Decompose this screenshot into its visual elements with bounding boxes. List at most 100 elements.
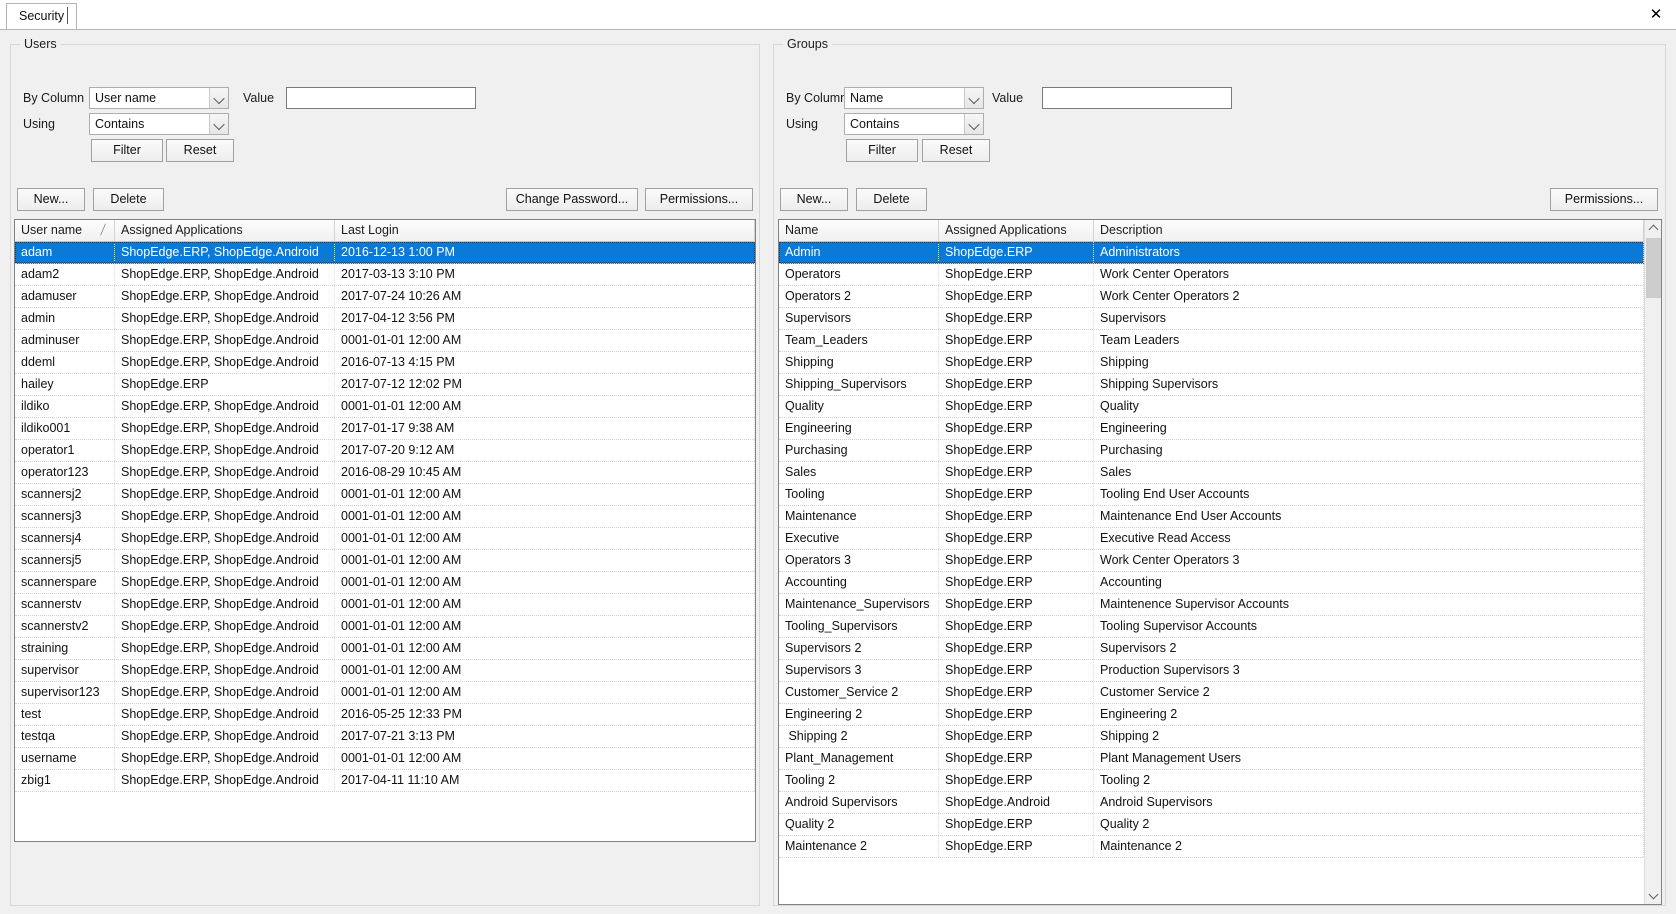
users-table-row[interactable]: adamuser ShopEdge.ERP, ShopEdge.Android 20… [15,286,755,308]
groups-delete-button[interactable]: Delete [856,188,927,211]
groups-table-body[interactable]: Admin ShopEdge.ERP Administrators Operators… [779,242,1661,858]
groups-table-row[interactable]: Accounting ShopEdge.ERP Accounting [779,572,1661,594]
users-table-row[interactable]: scannersj5 ShopEdge.ERP, ShopEdge.Android… [15,550,755,572]
users-table-row[interactable]: username ShopEdge.ERP, ShopEdge.Android 00… [15,748,755,770]
groups-column-header[interactable]: Name [779,220,939,241]
groups-table-row[interactable]: Engineering ShopEdge.ERP Engineering [779,418,1661,440]
groups-table-row[interactable]: Engineering 2 ShopEdge.ERP Engineering 2 [779,704,1661,726]
users-column-header[interactable]: Last Login [335,220,755,241]
groups-table-row[interactable]: Maintenance ShopEdge.ERP Maintenance End U… [779,506,1661,528]
chevron-down-icon[interactable] [209,88,228,108]
groups-table-row[interactable]: Team_Leaders ShopEdge.ERP Team Leaders [779,330,1661,352]
users-table-row[interactable]: operator1 ShopEdge.ERP, ShopEdge.Android 2… [15,440,755,462]
groups-table-row[interactable]: Executive ShopEdge.ERP Executive Read Acce… [779,528,1661,550]
groups-table-row[interactable]: Customer_Service 2 ShopEdge.ERP Customer S… [779,682,1661,704]
users-value-input[interactable] [287,88,475,108]
groups-table-row[interactable]: Quality ShopEdge.ERP Quality [779,396,1661,418]
groups-cell: Supervisors 3 [779,660,939,681]
users-table-row[interactable]: scannersj2 ShopEdge.ERP, ShopEdge.Android… [15,484,755,506]
users-table-row[interactable]: supervisor123 ShopEdge.ERP, ShopEdge.Andr… [15,682,755,704]
users-using-select[interactable]: Contains [89,113,229,135]
users-cell: ShopEdge.ERP, ShopEdge.Android [115,418,335,439]
groups-table-row[interactable]: Maintenance_Supervisors ShopEdge.ERP Maint… [779,594,1661,616]
users-table-row[interactable]: operator123 ShopEdge.ERP, ShopEdge.Androi… [15,462,755,484]
users-table-row[interactable]: scannerstv2 ShopEdge.ERP, ShopEdge.Androi… [15,616,755,638]
main-content: Users By Column User name Value Using Co… [0,30,1676,914]
groups-table-row[interactable]: Tooling 2 ShopEdge.ERP Tooling 2 [779,770,1661,792]
users-table-row[interactable]: test ShopEdge.ERP, ShopEdge.Android 2016-0… [15,704,755,726]
groups-table-row[interactable]: Sales ShopEdge.ERP Sales [779,462,1661,484]
users-filter-button[interactable]: Filter [91,139,163,162]
groups-column-header[interactable]: Assigned Applications [939,220,1094,241]
chevron-down-icon[interactable] [964,88,983,108]
users-by-column-select[interactable]: User name [89,87,229,109]
users-table-row[interactable]: adam2 ShopEdge.ERP, ShopEdge.Android 2017-… [15,264,755,286]
users-table-row[interactable]: adam ShopEdge.ERP, ShopEdge.Android 2016-1… [15,242,755,264]
groups-vertical-scrollbar[interactable] [1644,220,1661,904]
users-table[interactable]: User name ╱ Assigned Applications Last Logi… [14,219,756,842]
users-new-button[interactable]: New... [17,188,85,211]
groups-table[interactable]: Name Assigned Applications Description Adm… [778,219,1662,905]
users-cell: 2017-01-17 9:38 AM [335,418,755,439]
users-table-row[interactable]: adminuser ShopEdge.ERP, ShopEdge.Android 0… [15,330,755,352]
users-permissions-button[interactable]: Permissions... [645,188,753,211]
groups-table-row[interactable]: Android Supervisors ShopEdge.Android Andro… [779,792,1661,814]
groups-table-row[interactable]: Operators 3 ShopEdge.ERP Work Center Opera… [779,550,1661,572]
groups-table-row[interactable]: Tooling_Supervisors ShopEdge.ERP Tooling S… [779,616,1661,638]
groups-table-row[interactable]: Quality 2 ShopEdge.ERP Quality 2 [779,814,1661,836]
groups-table-row[interactable]: Operators 2 ShopEdge.ERP Work Center Opera… [779,286,1661,308]
users-table-row[interactable]: scannerspare ShopEdge.ERP, ShopEdge.Andro… [15,572,755,594]
users-table-row[interactable]: testqa ShopEdge.ERP, ShopEdge.Android 2017… [15,726,755,748]
groups-value-input[interactable] [1043,88,1231,108]
users-table-row[interactable]: ildiko001 ShopEdge.ERP, ShopEdge.Android 2… [15,418,755,440]
groups-table-row[interactable]: Supervisors 2 ShopEdge.ERP Supervisors 2 [779,638,1661,660]
users-table-row[interactable]: ildiko ShopEdge.ERP, ShopEdge.Android 0001… [15,396,755,418]
users-value-input-wrap[interactable] [286,87,476,109]
groups-table-row[interactable]: Shipping 2 ShopEdge.ERP Shipping 2 [779,726,1661,748]
groups-table-row[interactable]: Shipping ShopEdge.ERP Shipping [779,352,1661,374]
groups-column-header[interactable]: Description [1094,220,1644,241]
chevron-down-icon[interactable] [209,114,228,134]
users-table-row[interactable]: admin ShopEdge.ERP, ShopEdge.Android 2017-… [15,308,755,330]
chevron-down-icon[interactable] [964,114,983,134]
groups-permissions-button[interactable]: Permissions... [1550,188,1658,211]
users-table-row[interactable]: zbig1 ShopEdge.ERP, ShopEdge.Android 2017-… [15,770,755,792]
users-reset-button[interactable]: Reset [166,139,234,162]
groups-by-column-select[interactable]: Name [844,87,984,109]
groups-filter-button[interactable]: Filter [846,139,918,162]
users-column-header[interactable]: Assigned Applications [115,220,335,241]
users-table-row[interactable]: scannersj3 ShopEdge.ERP, ShopEdge.Android… [15,506,755,528]
users-change-password-button[interactable]: Change Password... [506,188,638,211]
users-cell: 2017-07-24 10:26 AM [335,286,755,307]
groups-table-row[interactable]: Purchasing ShopEdge.ERP Purchasing [779,440,1661,462]
groups-value-input-wrap[interactable] [1042,87,1232,109]
chevron-down-icon[interactable] [1645,887,1661,904]
users-table-row[interactable]: scannerstv ShopEdge.ERP, ShopEdge.Android… [15,594,755,616]
users-delete-button[interactable]: Delete [93,188,164,211]
users-column-header[interactable]: User name ╱ [15,220,115,241]
users-table-row[interactable]: scannersj4 ShopEdge.ERP, ShopEdge.Android… [15,528,755,550]
groups-table-row[interactable]: Shipping_Supervisors ShopEdge.ERP Shipping… [779,374,1661,396]
users-table-row[interactable]: supervisor ShopEdge.ERP, ShopEdge.Android… [15,660,755,682]
groups-table-row[interactable]: Supervisors ShopEdge.ERP Supervisors [779,308,1661,330]
users-table-row[interactable]: ddeml ShopEdge.ERP, ShopEdge.Android 2016-… [15,352,755,374]
users-table-body[interactable]: adam ShopEdge.ERP, ShopEdge.Android 2016-1… [15,242,755,792]
users-cell: ShopEdge.ERP, ShopEdge.Android [115,264,335,285]
groups-table-row[interactable]: Operators ShopEdge.ERP Work Center Operato… [779,264,1661,286]
groups-table-row[interactable]: Maintenance 2 ShopEdge.ERP Maintenance 2 [779,836,1661,858]
chevron-up-icon[interactable] [1645,220,1661,237]
close-icon[interactable]: ✕ [1646,4,1666,24]
scrollbar-thumb[interactable] [1646,238,1661,298]
groups-using-select[interactable]: Contains [844,113,984,135]
groups-reset-button[interactable]: Reset [922,139,990,162]
users-table-row[interactable]: hailey ShopEdge.ERP 2017-07-12 12:02 PM [15,374,755,396]
users-table-row[interactable]: straining ShopEdge.ERP, ShopEdge.Android 0… [15,638,755,660]
groups-table-row[interactable]: Admin ShopEdge.ERP Administrators [779,242,1661,264]
users-column-header-label: Assigned Applications [121,223,243,237]
users-cell: 0001-01-01 12:00 AM [335,484,755,505]
users-cell: ShopEdge.ERP, ShopEdge.Android [115,616,335,637]
groups-table-row[interactable]: Plant_Management ShopEdge.ERP Plant Manage… [779,748,1661,770]
groups-table-row[interactable]: Tooling ShopEdge.ERP Tooling End User Acco… [779,484,1661,506]
groups-new-button[interactable]: New... [780,188,848,211]
groups-table-row[interactable]: Supervisors 3 ShopEdge.ERP Production Supe… [779,660,1661,682]
